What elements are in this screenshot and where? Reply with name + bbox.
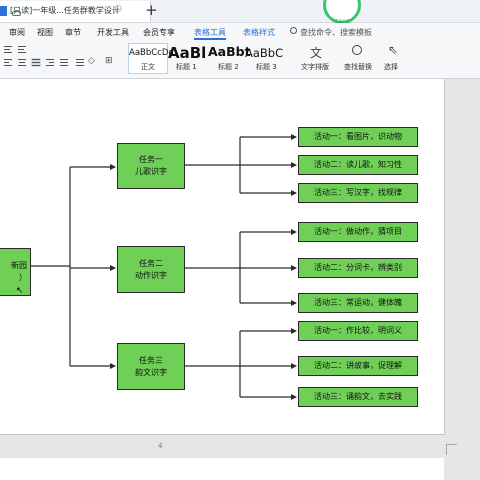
activity-node-3-3[interactable]: 活动三：诵韵文，去实践 — [298, 387, 418, 407]
activity-node-3-1[interactable]: 活动一：作比较，明词义 — [298, 321, 418, 341]
activity-node-2-1[interactable]: 活动一：做动作，猜项目 — [298, 222, 418, 242]
next-document-page[interactable] — [0, 458, 444, 480]
activity-node-2-2[interactable]: 活动二：分词卡，辨类别 — [298, 258, 418, 278]
task-3-title: 韵文识字 — [135, 367, 167, 377]
activity-node-2-3[interactable]: 活动三：常运动，健体魄 — [298, 293, 418, 313]
page-corner-mark — [446, 444, 457, 455]
mouse-cursor-icon: ↖ — [16, 286, 24, 296]
task-node-1[interactable]: 任务一 儿歌识字 — [117, 143, 185, 189]
task-1-title: 儿歌识字 — [135, 167, 167, 176]
task-node-2[interactable]: 任务二 动作识字 — [117, 246, 185, 293]
activity-node-1-1[interactable]: 活动一：看图片，识动物 — [298, 127, 418, 147]
task-3-number: 任务三 — [139, 355, 163, 365]
page-number: 4 — [158, 442, 163, 450]
task-2-number: 任务二 — [139, 258, 163, 268]
task-2-title: 动作识字 — [135, 270, 167, 280]
task-node-3[interactable]: 任务三 韵文识字 — [117, 343, 185, 390]
root-node-line-2: ） — [19, 273, 27, 282]
activity-node-1-2[interactable]: 活动二：读儿歌，知习性 — [298, 155, 418, 175]
task-1-number: 任务一 — [139, 155, 163, 164]
activity-node-3-2[interactable]: 活动二：讲故事，促理解 — [298, 356, 418, 376]
activity-node-1-3[interactable]: 活动三：写汉字，找规律 — [298, 183, 418, 203]
root-node-line-1: 新园 — [11, 261, 27, 270]
